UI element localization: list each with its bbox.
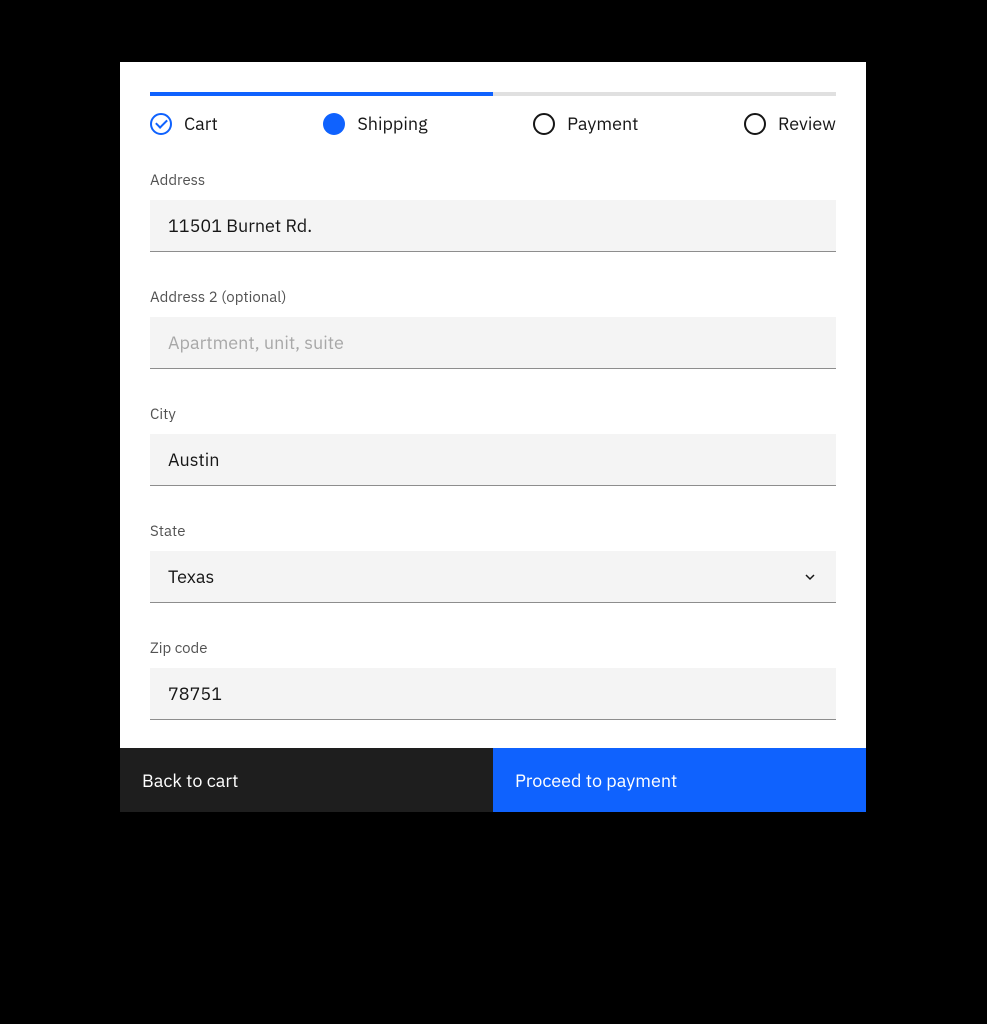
state-field-group: State Texas (150, 522, 836, 603)
button-bar: Back to cart Proceed to payment (120, 748, 866, 812)
zip-label: Zip code (150, 639, 836, 658)
progress-indicator: Cart Shipping Payment Review (120, 92, 866, 165)
step-shipping[interactable]: Shipping (323, 112, 427, 135)
address2-label: Address 2 (optional) (150, 288, 836, 307)
state-select[interactable]: Texas (150, 551, 836, 603)
progress-track (150, 92, 836, 96)
progress-steps: Cart Shipping Payment Review (150, 112, 836, 135)
step-label: Payment (567, 112, 638, 135)
step-cart[interactable]: Cart (150, 112, 218, 135)
checkout-panel: Cart Shipping Payment Review Address Add… (120, 62, 866, 812)
address2-field-group: Address 2 (optional) (150, 288, 836, 369)
address-label: Address (150, 171, 836, 190)
circle-outline-icon (533, 113, 555, 135)
step-label: Review (778, 112, 836, 135)
circle-filled-icon (323, 113, 345, 135)
shipping-form: Address Address 2 (optional) City State … (120, 165, 866, 720)
address-input[interactable] (150, 200, 836, 252)
city-field-group: City (150, 405, 836, 486)
zip-field-group: Zip code (150, 639, 836, 720)
address-field-group: Address (150, 171, 836, 252)
progress-fill (150, 92, 493, 96)
zip-input[interactable] (150, 668, 836, 720)
circle-outline-icon (744, 113, 766, 135)
check-circle-icon (150, 113, 172, 135)
proceed-to-payment-button[interactable]: Proceed to payment (493, 748, 866, 812)
step-label: Shipping (357, 112, 427, 135)
step-label: Cart (184, 112, 218, 135)
step-payment[interactable]: Payment (533, 112, 638, 135)
state-label: State (150, 522, 836, 541)
step-review[interactable]: Review (744, 112, 836, 135)
city-input[interactable] (150, 434, 836, 486)
state-select-wrap: Texas (150, 551, 836, 603)
address2-input[interactable] (150, 317, 836, 369)
city-label: City (150, 405, 836, 424)
back-to-cart-button[interactable]: Back to cart (120, 748, 493, 812)
